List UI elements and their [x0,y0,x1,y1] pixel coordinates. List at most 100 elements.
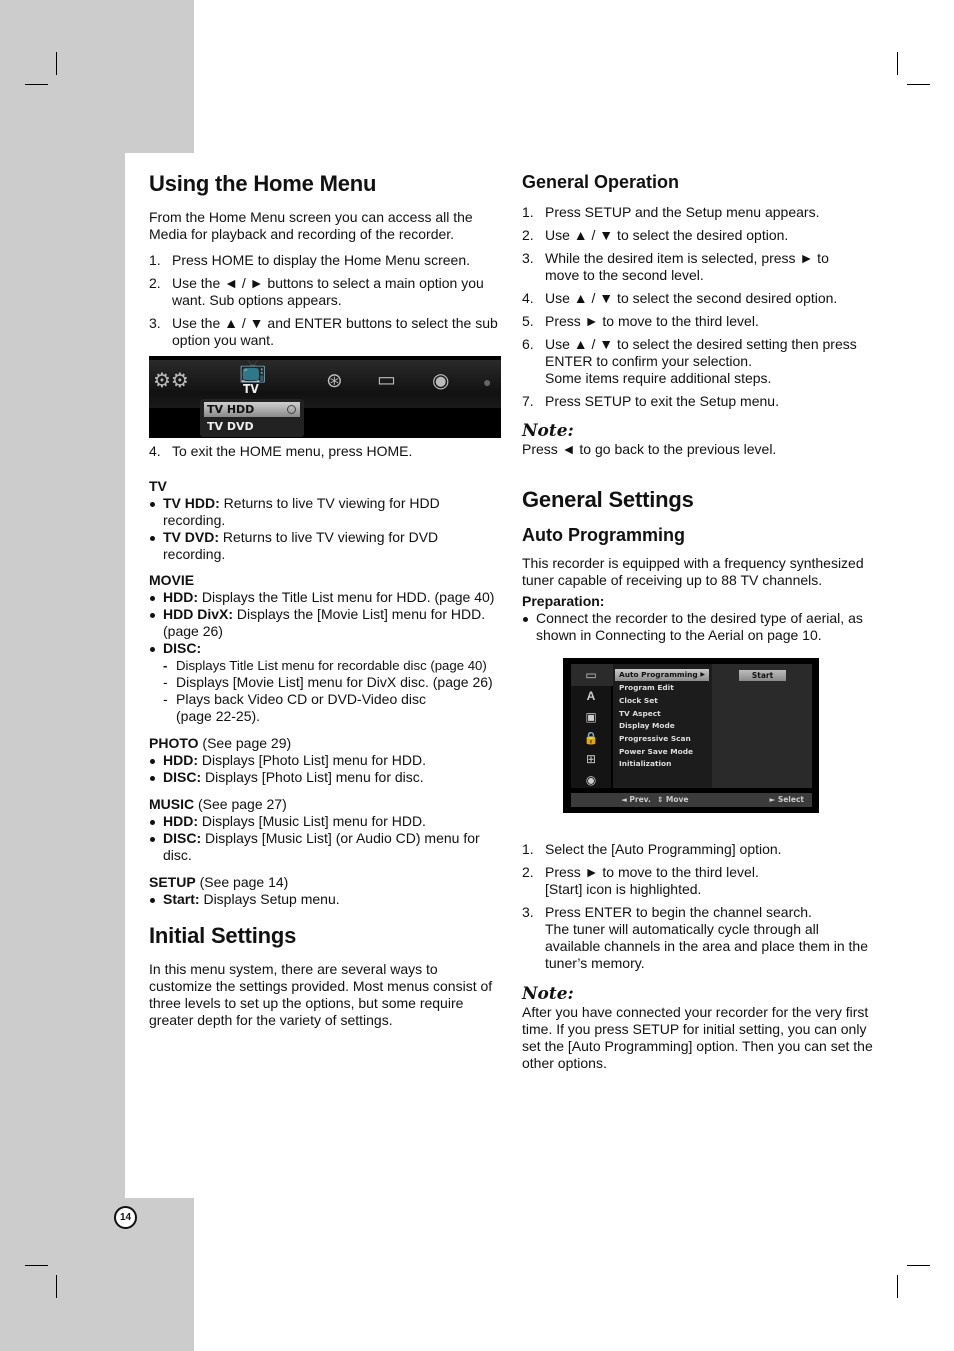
setup-menu-item[interactable]: Display Mode [615,720,709,732]
crop-mark [56,52,57,75]
list-item: 7. Press SETUP to exit the Setup menu. [522,393,779,409]
list-item: - Displays Title List menu for recordable… [163,658,487,673]
setup-menu-screenshot: ▭ A ▣ 🔒 ⊞ ◉ Auto Programming ▶ Program Ed… [563,658,819,813]
note-heading: Note: [522,984,574,1004]
list-item: 4. To exit the HOME menu, press HOME. [149,443,413,459]
bullet-icon [523,617,528,622]
start-button[interactable]: Start [739,670,786,681]
list-item: Start: Displays Setup menu. [149,891,501,908]
music-icon: ◉ [432,370,450,392]
setup-menu-item[interactable]: Initialization [615,758,709,770]
list-item: TV HDD: Returns to live TV viewing for H… [149,495,501,529]
bullet-icon [150,898,155,903]
category-heading: MOVIE [149,572,195,588]
bullet-icon [150,502,155,507]
auto-programming-steps: 1. Select the [Auto Programming] option. … [522,841,874,972]
list-item: 2. Use the ◄ / ► buttons to select a main… [149,275,484,308]
page-margin-bottom [0,1198,194,1351]
category-heading: MUSIC [149,796,195,812]
setup-menu-footer: ◄ Prev. ⇕ Move ► Select [571,793,812,807]
list-item: 1. Press HOME to display the Home Menu sc… [149,252,471,268]
list-item: Connect the recorder to the desired type… [522,610,874,644]
footer-move: ⇕ Move [657,795,689,804]
auto-programming-intro: This recorder is equipped with a frequen… [522,555,864,588]
section-title-general-settings: General Settings [522,487,694,512]
footer-prev: ◄ Prev. [621,795,651,804]
preparation-heading: Preparation: [522,593,605,609]
left-column: Using the Home Menu From the Home Menu s… [149,170,501,1029]
list-item: HDD DivX: Displays the [Movie List] menu… [149,606,501,640]
disc-icon: ◉ [585,773,597,787]
setup-menu-item[interactable]: Progressive Scan [615,733,709,745]
bullet-icon [150,647,155,652]
list-item: 1. Select the [Auto Programming] option. [522,841,782,857]
radio-icon [287,405,296,414]
bullet-icon [150,759,155,764]
list-item: DISC: Displays [Photo List] menu for dis… [149,769,501,786]
home-menu-screenshot: ⚙⚙ 📺 TV ⊛ ▭ ◉ ● TV HDD TV DVD [149,356,501,438]
list-item: 1. Press SETUP and the Setup menu appears… [522,204,820,220]
home-menu-step4: 4. To exit the HOME menu, press HOME. [149,443,501,460]
setup-menu-item[interactable]: Program Edit [615,682,709,694]
disc-sub-list: - Displays Title List menu for recordable… [149,657,501,725]
lock-icon: 🔒 [583,731,599,745]
bullet-icon [150,613,155,618]
category-heading: SETUP [149,874,196,890]
right-column: General Operation 1. Press SETUP and the … [522,170,874,1072]
list-item: - Plays back Video CD or DVD-Video disc (… [163,691,427,724]
home-menu-selected-label: TV [243,382,259,396]
category-photo: PHOTO (See page 29) HDD: Displays [Photo… [149,735,501,786]
crop-mark [25,1265,48,1266]
setup-menu-item[interactable]: Auto Programming ▶ [615,669,709,681]
bullet-icon [150,776,155,781]
page-number-badge: 14 [114,1206,137,1229]
category-movie: MOVIE HDD: Displays the Title List menu … [149,572,501,725]
list-item: 3. Use the ▲ / ▼ and ENTER buttons to sel… [149,315,498,348]
submenu-item-tv-dvd[interactable]: TV DVD [204,419,300,434]
submenu-item-tv-hdd[interactable]: TV HDD [204,402,300,417]
note-heading: Note: [522,421,574,441]
crop-mark [907,1265,930,1266]
list-item: 6. Use ▲ / ▼ to select the desired settin… [522,336,857,386]
setup-menu-item[interactable]: Power Save Mode [615,746,709,758]
list-item: 3. While the desired item is selected, pr… [522,250,829,283]
section-title-general-operation: General Operation [522,172,680,192]
crop-mark [907,84,930,85]
movie-reel-icon: ⊛ [326,370,343,392]
list-item: 2. Use ▲ / ▼ to select the desired option… [522,227,789,243]
list-item: TV DVD: Returns to live TV viewing for D… [149,529,501,563]
setup-menu-item[interactable]: Clock Set [615,695,709,707]
footer-select: ► Select [769,795,804,804]
list-item: 2. Press ► to move to the third level. [St… [522,864,759,897]
category-tv: TV TV HDD: Returns to live TV viewing fo… [149,478,501,563]
list-item: DISC: Displays [Music List] (or Audio CD… [149,830,501,864]
arrow-right-icon: ▶ [700,671,705,678]
category-music: MUSIC (See page 27) HDD: Displays [Music… [149,796,501,864]
crop-mark [897,52,898,75]
section-title-home-menu: Using the Home Menu [149,171,377,196]
home-menu-steps: 1. Press HOME to display the Home Menu sc… [149,252,501,349]
page-margin-side [0,153,125,1198]
category-setup: SETUP (See page 14) Start: Displays Setu… [149,874,501,908]
section-title-initial-settings: Initial Settings [149,923,297,948]
tv-setup-icon: ▭ [585,668,597,682]
initial-settings-text: In this menu system, there are several w… [149,961,493,1028]
bullet-icon [150,536,155,541]
list-item: 5. Press ► to move to the third level. [522,313,759,329]
recording-icon: ⊞ [585,752,597,766]
general-operation-steps: 1. Press SETUP and the Setup menu appears… [522,204,874,410]
crop-mark [56,1275,57,1298]
home-submenu: TV HDD TV DVD [200,399,304,437]
category-heading: TV [149,478,167,494]
list-item: 3. Press ENTER to begin the channel searc… [522,904,868,971]
page-margin-top [0,0,194,153]
note-text: After you have connected your recorder f… [522,1004,873,1071]
note-text: Press ◄ to go back to the previous level… [522,441,777,457]
list-item: HDD: Displays [Music List] menu for HDD. [149,813,501,830]
home-menu-intro: From the Home Menu screen you can access… [149,209,473,242]
setup-menu-item[interactable]: TV Aspect [615,708,709,720]
bullet-icon [150,837,155,842]
bullet-icon [150,596,155,601]
list-item: HDD: Displays the Title List menu for HD… [149,589,501,606]
crop-mark [25,84,48,85]
